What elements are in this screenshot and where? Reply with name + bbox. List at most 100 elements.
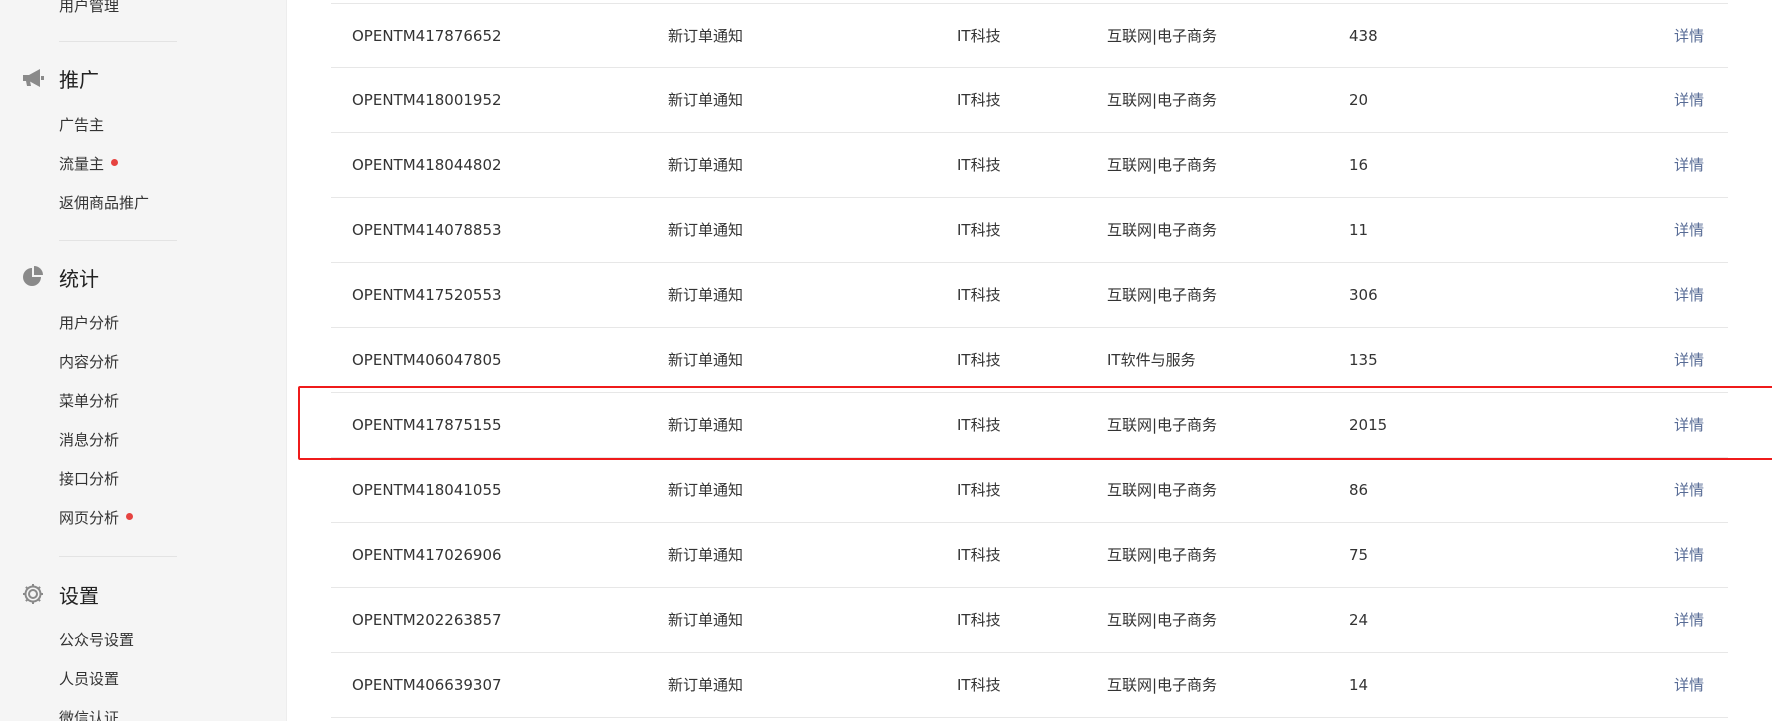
sidebar-item-label: 微信认证 bbox=[59, 709, 120, 721]
sidebar-item-label: 返佣商品推广 bbox=[59, 194, 150, 212]
details-link[interactable]: 详情 bbox=[1674, 133, 1704, 197]
template-id: OPENTM414078853 bbox=[352, 221, 502, 239]
sidebar-item-advertiser[interactable]: 广告主 bbox=[59, 115, 104, 135]
template-id: OPENTM418041055 bbox=[352, 481, 502, 499]
sidebar-item-message-analysis[interactable]: 消息分析 bbox=[59, 430, 119, 450]
sidebar-item-label: 广告主 bbox=[59, 116, 105, 134]
table-row: OPENTM417520553 新订单通知 IT科技 互联网|电子商务 306 … bbox=[331, 263, 1728, 328]
pie-chart-icon bbox=[20, 264, 46, 290]
details-link[interactable]: 详情 bbox=[1674, 523, 1704, 587]
sidebar-item-content-analysis[interactable]: 内容分析 bbox=[59, 352, 119, 372]
usage-count: 2015 bbox=[1349, 416, 1388, 434]
sidebar-item-commission-promotion[interactable]: 返佣商品推广 bbox=[59, 193, 149, 213]
template-title: 新订单通知 bbox=[668, 546, 744, 564]
usage-count: 16 bbox=[1349, 156, 1369, 174]
sidebar-item-label: 流量主 bbox=[59, 155, 105, 173]
sidebar-item-wechat-verification[interactable]: 微信认证 bbox=[59, 708, 119, 721]
sidebar-item-label: 菜单分析 bbox=[59, 392, 120, 410]
details-link[interactable]: 详情 bbox=[1674, 458, 1704, 522]
sidebar-divider bbox=[59, 240, 177, 241]
template-title: 新订单通知 bbox=[668, 91, 744, 109]
template-title: 新订单通知 bbox=[668, 286, 744, 304]
secondary-industry: 互联网|电子商务 bbox=[1107, 91, 1218, 109]
secondary-industry: 互联网|电子商务 bbox=[1107, 221, 1218, 239]
sidebar-item-label: 内容分析 bbox=[59, 353, 120, 371]
template-id: OPENTM418001952 bbox=[352, 91, 502, 109]
template-id: OPENTM202263857 bbox=[352, 611, 502, 629]
primary-industry: IT科技 bbox=[957, 91, 1001, 109]
sidebar-item-label: 用户分析 bbox=[59, 314, 120, 332]
table-row: OPENTM406639307 新订单通知 IT科技 互联网|电子商务 14 详… bbox=[331, 653, 1728, 718]
sidebar-section-promotion: 推广 bbox=[20, 63, 99, 93]
details-link[interactable]: 详情 bbox=[1674, 588, 1704, 652]
secondary-industry: 互联网|电子商务 bbox=[1107, 546, 1218, 564]
secondary-industry: 互联网|电子商务 bbox=[1107, 481, 1218, 499]
sidebar-item-label: 接口分析 bbox=[59, 470, 120, 488]
secondary-industry: 互联网|电子商务 bbox=[1107, 156, 1218, 174]
table-row: OPENTM417026906 新订单通知 IT科技 互联网|电子商务 75 详… bbox=[331, 523, 1728, 588]
table-row: OPENTM202263857 新订单通知 IT科技 互联网|电子商务 24 详… bbox=[331, 588, 1728, 653]
table-row: OPENTM406047805 新订单通知 IT科技 IT软件与服务 135 详… bbox=[331, 328, 1728, 393]
usage-count: 24 bbox=[1349, 611, 1369, 629]
table-row: OPENTM414078853 新订单通知 IT科技 互联网|电子商务 11 详… bbox=[331, 198, 1728, 263]
template-id: OPENTM418044802 bbox=[352, 156, 502, 174]
details-link[interactable]: 详情 bbox=[1674, 263, 1704, 327]
sidebar-item-publisher[interactable]: 流量主 bbox=[59, 154, 119, 174]
table-row: OPENTM417876652 新订单通知 IT科技 互联网|电子商务 438 … bbox=[331, 3, 1728, 68]
usage-count: 86 bbox=[1349, 481, 1369, 499]
sidebar-section-settings: 设置 bbox=[20, 579, 99, 609]
secondary-industry: IT软件与服务 bbox=[1107, 351, 1196, 369]
template-title: 新订单通知 bbox=[668, 416, 744, 434]
sidebar-item-account-settings[interactable]: 公众号设置 bbox=[59, 630, 134, 650]
template-title: 新订单通知 bbox=[668, 676, 744, 694]
secondary-industry: 互联网|电子商务 bbox=[1107, 416, 1218, 434]
sidebar-section-title: 设置 bbox=[59, 583, 99, 608]
main-content: OPENTM417876652 新订单通知 IT科技 互联网|电子商务 438 … bbox=[287, 0, 1772, 721]
sidebar-item-menu-analysis[interactable]: 菜单分析 bbox=[59, 391, 119, 411]
primary-industry: IT科技 bbox=[957, 221, 1001, 239]
sidebar-divider bbox=[59, 556, 177, 557]
sidebar-section-statistics: 统计 bbox=[20, 262, 99, 292]
sidebar-item-label: 网页分析 bbox=[59, 509, 120, 527]
sidebar-item-label: 用户管理 bbox=[59, 0, 120, 15]
template-id: OPENTM417876652 bbox=[352, 27, 502, 45]
template-id: OPENTM406047805 bbox=[352, 351, 502, 369]
secondary-industry: 互联网|电子商务 bbox=[1107, 676, 1218, 694]
usage-count: 438 bbox=[1349, 27, 1378, 45]
template-title: 新订单通知 bbox=[668, 611, 744, 629]
details-link[interactable]: 详情 bbox=[1674, 198, 1704, 262]
details-link[interactable]: 详情 bbox=[1674, 393, 1704, 457]
usage-count: 75 bbox=[1349, 546, 1369, 564]
template-title: 新订单通知 bbox=[668, 221, 744, 239]
gear-icon bbox=[20, 581, 46, 607]
sidebar-item-staff-settings[interactable]: 人员设置 bbox=[59, 669, 119, 689]
secondary-industry: 互联网|电子商务 bbox=[1107, 27, 1218, 45]
template-title: 新订单通知 bbox=[668, 351, 744, 369]
sidebar-item-user-analysis[interactable]: 用户分析 bbox=[59, 313, 119, 333]
sidebar-divider bbox=[59, 41, 177, 42]
table-row: OPENTM418001952 新订单通知 IT科技 互联网|电子商务 20 详… bbox=[331, 68, 1728, 133]
usage-count: 306 bbox=[1349, 286, 1378, 304]
sidebar-section-title: 统计 bbox=[59, 266, 99, 291]
sidebar-item-user-management[interactable]: 用户管理 bbox=[59, 0, 119, 16]
primary-industry: IT科技 bbox=[957, 416, 1001, 434]
details-link[interactable]: 详情 bbox=[1674, 328, 1704, 392]
primary-industry: IT科技 bbox=[957, 156, 1001, 174]
sidebar-item-label: 消息分析 bbox=[59, 431, 120, 449]
sidebar-item-label: 公众号设置 bbox=[59, 631, 135, 649]
template-id: OPENTM417520553 bbox=[352, 286, 502, 304]
primary-industry: IT科技 bbox=[957, 27, 1001, 45]
template-title: 新订单通知 bbox=[668, 481, 744, 499]
usage-count: 11 bbox=[1349, 221, 1369, 239]
primary-industry: IT科技 bbox=[957, 351, 1001, 369]
primary-industry: IT科技 bbox=[957, 611, 1001, 629]
sidebar-item-web-analysis[interactable]: 网页分析 bbox=[59, 508, 134, 528]
details-link[interactable]: 详情 bbox=[1674, 68, 1704, 132]
secondary-industry: 互联网|电子商务 bbox=[1107, 286, 1218, 304]
template-id: OPENTM417026906 bbox=[352, 546, 502, 564]
details-link[interactable]: 详情 bbox=[1674, 653, 1704, 717]
details-link[interactable]: 详情 bbox=[1674, 4, 1704, 68]
usage-count: 14 bbox=[1349, 676, 1369, 694]
primary-industry: IT科技 bbox=[957, 546, 1001, 564]
sidebar-item-api-analysis[interactable]: 接口分析 bbox=[59, 469, 119, 489]
